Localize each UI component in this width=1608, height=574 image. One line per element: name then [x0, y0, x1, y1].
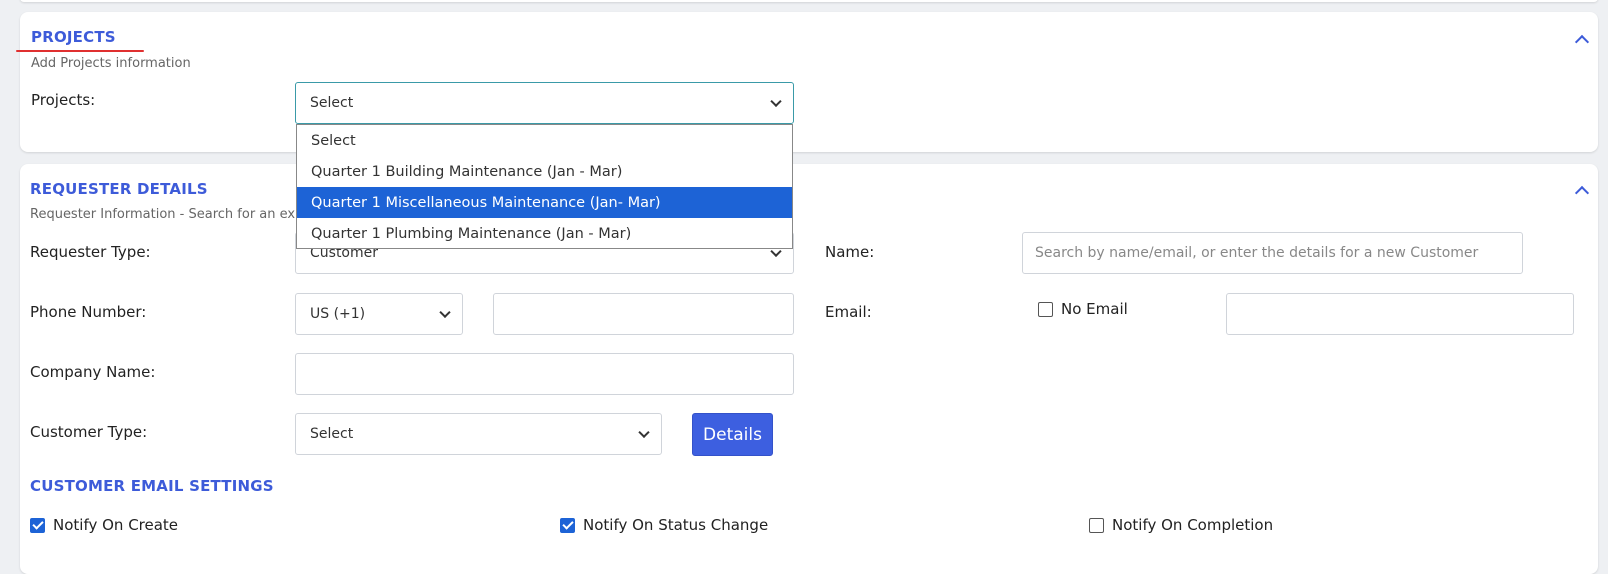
- chevron-down-icon: [770, 95, 782, 108]
- notify-on-create-checkbox[interactable]: [30, 518, 45, 533]
- notify-on-status-change-checkbox[interactable]: [560, 518, 575, 533]
- details-button[interactable]: Details: [692, 413, 773, 456]
- phone-country-select[interactable]: US (+1): [295, 293, 463, 335]
- notify-on-completion-checkbox[interactable]: [1089, 518, 1104, 533]
- projects-dropdown-list: Select Quarter 1 Building Maintenance (J…: [296, 124, 793, 249]
- projects-label: Projects:: [31, 91, 96, 109]
- chevron-down-icon: [439, 306, 451, 319]
- no-email-label: No Email: [1061, 300, 1128, 318]
- requester-section-title: REQUESTER DETAILS: [30, 180, 208, 198]
- projects-select-value: Select: [310, 95, 354, 111]
- phone-country-value: US (+1): [310, 306, 366, 322]
- dropdown-option[interactable]: Select: [297, 125, 792, 156]
- title-underline: [16, 50, 144, 52]
- customer-type-value: Select: [310, 426, 354, 442]
- projects-section-title: PROJECTS: [31, 28, 116, 46]
- email-input[interactable]: [1226, 293, 1574, 335]
- previous-card-edge: [20, 0, 1598, 2]
- no-email-checkbox[interactable]: [1038, 302, 1053, 317]
- customer-type-select[interactable]: Select: [295, 413, 662, 455]
- customer-type-label: Customer Type:: [30, 423, 148, 441]
- phone-number-input[interactable]: [493, 293, 794, 335]
- projects-select[interactable]: Select: [295, 82, 794, 124]
- requester-card: [20, 164, 1598, 574]
- email-label: Email:: [825, 303, 872, 321]
- chevron-down-icon: [638, 426, 650, 439]
- company-name-label: Company Name:: [30, 363, 156, 381]
- phone-number-label: Phone Number:: [30, 303, 147, 321]
- name-search-placeholder: Search by name/email, or enter the detai…: [1035, 245, 1479, 261]
- notify-on-completion-label: Notify On Completion: [1112, 516, 1274, 534]
- notify-on-create-label: Notify On Create: [53, 516, 179, 534]
- requester-type-label: Requester Type:: [30, 243, 151, 261]
- email-settings-title: CUSTOMER EMAIL SETTINGS: [30, 477, 274, 495]
- dropdown-option[interactable]: Quarter 1 Plumbing Maintenance (Jan - Ma…: [297, 218, 792, 249]
- projects-card: [20, 12, 1598, 152]
- requester-section-subtitle: Requester Information - Search for an ex: [30, 207, 296, 222]
- projects-section-subtitle: Add Projects information: [31, 56, 191, 71]
- company-name-input[interactable]: [295, 353, 794, 395]
- dropdown-option[interactable]: Quarter 1 Building Maintenance (Jan - Ma…: [297, 156, 792, 187]
- dropdown-option-highlighted[interactable]: Quarter 1 Miscellaneous Maintenance (Jan…: [297, 187, 792, 218]
- name-search-input[interactable]: Search by name/email, or enter the detai…: [1022, 232, 1523, 274]
- name-label: Name:: [825, 243, 875, 261]
- notify-on-status-change-label: Notify On Status Change: [583, 516, 769, 534]
